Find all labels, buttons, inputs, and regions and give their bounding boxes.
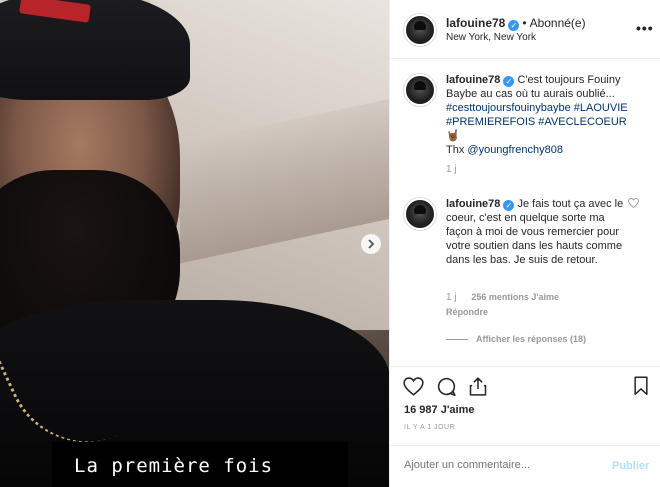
comment-like-icon[interactable] <box>628 197 639 211</box>
replies-divider <box>446 339 468 341</box>
verified-badge-icon: ✓ <box>503 76 515 87</box>
avatar[interactable] <box>404 14 436 46</box>
post-side-panel: lafouine78 ✓ • Abonné(e) New York, New York… <box>389 0 660 487</box>
share-icon[interactable] <box>467 375 489 397</box>
caption-hashtags[interactable]: #cesttoujoursfouinybaybe #LAOUVIE #PREMI… <box>446 102 628 128</box>
view-replies-button[interactable]: Afficher les réponses (18) <box>446 334 586 344</box>
comment-username[interactable]: lafouine78 <box>446 198 500 210</box>
more-options-icon[interactable]: ••• <box>636 20 654 36</box>
reply-button[interactable]: Répondre <box>446 307 488 317</box>
publish-button[interactable]: Publier <box>612 460 649 472</box>
comment-username[interactable]: lafouine78 <box>446 74 500 86</box>
likes-count[interactable]: 16 987 J'aime <box>404 404 475 416</box>
separator-dot: • <box>522 16 527 30</box>
avatar[interactable] <box>404 198 436 230</box>
chevron-right-icon[interactable] <box>361 234 381 254</box>
comment-likes[interactable]: 256 mentions J'aime <box>471 292 559 302</box>
comments-list: lafouine78 ✓ C'est toujours Fouiny Baybe … <box>390 60 660 365</box>
cap-logo <box>19 0 91 23</box>
post-location[interactable]: New York, New York <box>446 32 536 43</box>
post-media[interactable]: La première fois <box>0 0 389 487</box>
comment-text: lafouine78 ✓ Je fais tout ça avec le coeu… <box>446 197 634 267</box>
verified-badge-icon: ✓ <box>508 20 520 31</box>
follow-status-button[interactable]: Abonné(e) <box>530 16 586 30</box>
thanks-prefix: Thx <box>446 144 465 156</box>
post-header: lafouine78 ✓ • Abonné(e) New York, New York… <box>390 0 660 59</box>
heart-icon[interactable] <box>402 375 424 397</box>
post-actions: 16 987 J'aime IL Y A 1 JOUR <box>390 366 660 456</box>
caption-mention[interactable]: @youngfrenchy808 <box>467 144 563 156</box>
comment-icon[interactable] <box>435 375 457 397</box>
video-caption-text: La première fois <box>74 455 274 477</box>
comment-input[interactable] <box>404 459 594 471</box>
view-replies-label: Afficher les réponses (18) <box>476 334 587 344</box>
header-username[interactable]: lafouine78 <box>446 16 505 30</box>
avatar[interactable] <box>404 74 436 106</box>
comment-time[interactable]: 1 j <box>446 292 457 303</box>
header-user-line: lafouine78 ✓ • Abonné(e) <box>446 16 586 31</box>
add-comment-bar: Publier <box>390 445 660 487</box>
comment-time[interactable]: 1 j <box>446 164 457 175</box>
caption-comment: lafouine78 ✓ C'est toujours Fouiny Baybe … <box>390 60 660 180</box>
comment-meta: 1 j 256 mentions J'aime <box>446 292 559 303</box>
post-time-ago: IL Y A 1 JOUR <box>404 424 456 431</box>
caption-text: lafouine78 ✓ C'est toujours Fouiny Baybe … <box>446 73 634 157</box>
bookmark-icon[interactable] <box>630 375 652 397</box>
caption-emoji: 🤘🏾 <box>446 130 460 142</box>
person-cap <box>0 0 190 100</box>
verified-badge-icon: ✓ <box>503 200 515 211</box>
